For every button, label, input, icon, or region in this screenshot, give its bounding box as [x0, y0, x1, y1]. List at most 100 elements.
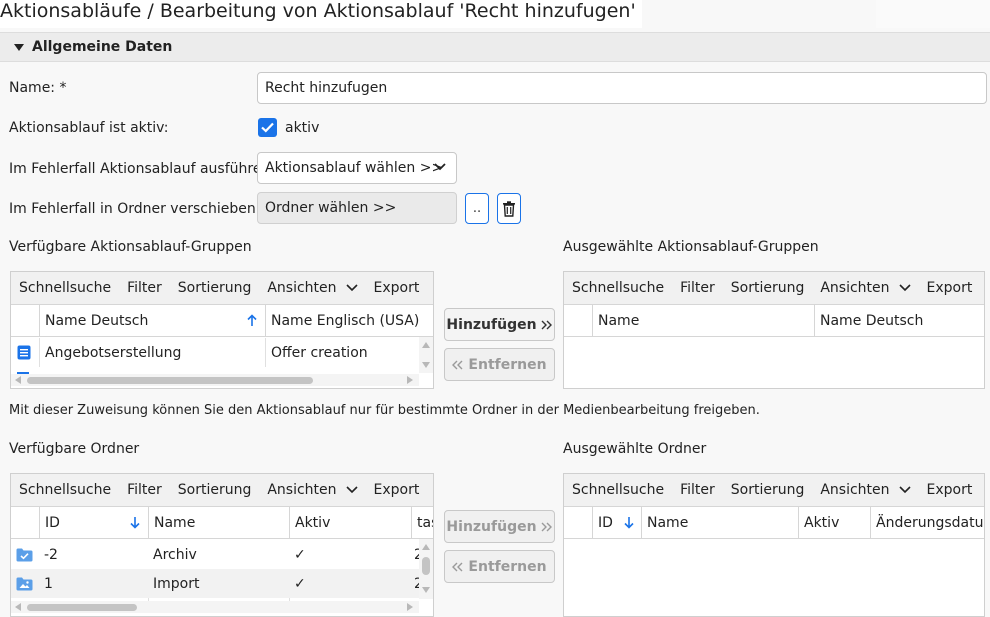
groups-toolbar: Schnellsuche Filter Sortierung Ansichten… — [11, 272, 433, 305]
selected-folders-label: Ausgewählte Ordner — [563, 441, 707, 457]
folder-assignment-info: Mit dieser Zuweisung können Sie den Akti… — [9, 403, 760, 418]
scrollbar-thumb[interactable] — [422, 557, 430, 575]
column-header-name-de[interactable]: Name Deutsch — [814, 305, 984, 336]
name-input[interactable]: Recht hinzufugen — [257, 72, 987, 104]
quicksearch-button[interactable]: Schnellsuche — [572, 280, 664, 296]
remove-group-label: Entfernen — [468, 356, 547, 373]
horizontal-scrollbar[interactable] — [11, 374, 419, 386]
export-button[interactable]: Export — [374, 280, 420, 296]
cell-name-de: Angebotserstellung — [39, 338, 265, 367]
folders-toolbar: Schnellsuche Filter Sortierung Ansichten… — [564, 474, 984, 507]
active-checkbox[interactable] — [258, 118, 277, 137]
name-label: Name: * — [9, 80, 67, 96]
filter-button[interactable]: Filter — [680, 280, 715, 296]
scrollbar-thumb[interactable] — [27, 604, 137, 611]
views-label: Ansichten — [820, 482, 890, 498]
double-chevron-left-icon — [452, 562, 463, 571]
add-group-button[interactable]: Hinzufügen — [444, 308, 555, 341]
quicksearch-button[interactable]: Schnellsuche — [19, 280, 111, 296]
folders-toolbar: Schnellsuche Filter Sortierung Ansichten… — [11, 474, 433, 507]
column-header-label: Name Deutsch — [45, 312, 149, 329]
double-chevron-left-icon — [452, 360, 463, 369]
quicksearch-button[interactable]: Schnellsuche — [19, 482, 111, 498]
checkmark-icon — [261, 122, 274, 133]
title-bar-filler — [876, 0, 990, 28]
available-groups-label: Verfügbare Aktionsablauf-Gruppen — [9, 239, 252, 255]
export-button[interactable]: Export — [927, 482, 973, 498]
folder-check-icon — [16, 548, 33, 561]
section-title: Allgemeine Daten — [32, 39, 173, 55]
export-button[interactable]: Export — [374, 482, 420, 498]
browse-folder-button[interactable]: .. — [465, 193, 489, 224]
double-chevron-right-icon — [541, 522, 552, 531]
page-title: Aktionsabläufe / Bearbeitung von Aktions… — [0, 0, 642, 28]
error-folder-field[interactable]: Ordner wählen >> — [257, 192, 457, 224]
selected-groups-label: Ausgewählte Aktionsablauf-Gruppen — [563, 239, 819, 255]
table-row[interactable]: -2 Archiv ✓ 2 — [11, 540, 421, 569]
add-folder-button[interactable]: Hinzufügen — [444, 510, 555, 543]
collapse-triangle-icon[interactable] — [14, 43, 24, 51]
double-chevron-right-icon — [541, 320, 552, 329]
chevron-down-icon — [898, 284, 911, 292]
filter-button[interactable]: Filter — [127, 280, 162, 296]
views-label: Ansichten — [267, 280, 337, 296]
table-row[interactable]: Angebotserstellung Offer creation — [11, 338, 419, 367]
remove-folder-button[interactable]: Entfernen — [444, 550, 555, 583]
error-flow-select[interactable]: Aktionsablauf wählen >> — [257, 152, 457, 184]
column-header-name[interactable]: Name — [641, 507, 798, 538]
views-button[interactable]: Ansichten — [267, 280, 358, 296]
column-header-name[interactable]: Name — [148, 507, 289, 538]
groups-toolbar: Schnellsuche Filter Sortierung Ansichten… — [564, 272, 984, 305]
delete-folder-button[interactable] — [497, 193, 521, 224]
cell-id: 1 — [44, 575, 53, 592]
sort-down-arrow-icon — [130, 517, 140, 529]
section-header-general[interactable]: Allgemeine Daten — [0, 32, 990, 62]
table-header: Name Name Deutsch — [564, 305, 984, 337]
column-header-extra[interactable]: tas — [411, 507, 433, 538]
remove-group-button[interactable]: Entfernen — [444, 348, 555, 381]
add-folder-label: Hinzufügen — [446, 518, 537, 535]
add-group-label: Hinzufügen — [446, 316, 537, 333]
column-header-label: ID — [598, 514, 613, 531]
error-folder-label: Im Fehlerfall in Ordner verschieben: — [9, 201, 261, 217]
column-header-name-de[interactable]: Name Deutsch — [39, 305, 265, 336]
available-folders-table: Schnellsuche Filter Sortierung Ansichten… — [10, 473, 434, 617]
scrollbar-thumb[interactable] — [27, 377, 313, 384]
selected-groups-table: Schnellsuche Filter Sortierung Ansichten… — [563, 271, 985, 389]
sort-down-arrow-icon — [624, 517, 634, 529]
sort-button[interactable]: Sortierung — [731, 280, 805, 296]
selected-folders-table: Schnellsuche Filter Sortierung Ansichten… — [563, 473, 985, 617]
trash-icon — [503, 200, 515, 217]
column-header-name[interactable]: Name — [592, 305, 814, 336]
quicksearch-button[interactable]: Schnellsuche — [572, 482, 664, 498]
views-button[interactable]: Ansichten — [820, 482, 911, 498]
active-label: Aktionsablauf ist aktiv: — [9, 120, 169, 136]
vertical-scrollbar[interactable] — [419, 539, 433, 599]
column-header-name-en[interactable]: Name Englisch (USA) — [265, 305, 433, 336]
cell-name-en: Offer creation — [265, 338, 433, 367]
cell-active: ✓ — [294, 575, 306, 592]
vertical-scrollbar[interactable] — [419, 337, 433, 373]
column-header-changed[interactable]: Änderungsdatum — [870, 507, 984, 538]
views-button[interactable]: Ansichten — [267, 482, 358, 498]
table-row[interactable]: 1 Import ✓ 2 — [11, 569, 421, 598]
column-header-active[interactable]: Aktiv — [798, 507, 870, 538]
views-label: Ansichten — [267, 482, 337, 498]
chevron-down-icon — [434, 163, 446, 171]
remove-folder-label: Entfernen — [468, 558, 547, 575]
chevron-down-icon — [898, 486, 911, 494]
filter-button[interactable]: Filter — [127, 482, 162, 498]
column-header-id[interactable]: ID — [592, 507, 641, 538]
column-header-id[interactable]: ID — [39, 507, 148, 538]
sort-button[interactable]: Sortierung — [178, 482, 252, 498]
column-header-active[interactable]: Aktiv — [289, 507, 411, 538]
horizontal-scrollbar[interactable] — [11, 601, 419, 613]
views-button[interactable]: Ansichten — [820, 280, 911, 296]
sort-button[interactable]: Sortierung — [178, 280, 252, 296]
available-groups-table: Schnellsuche Filter Sortierung Ansichten… — [10, 271, 434, 389]
export-button[interactable]: Export — [927, 280, 973, 296]
chevron-down-icon — [345, 284, 358, 292]
filter-button[interactable]: Filter — [680, 482, 715, 498]
sort-button[interactable]: Sortierung — [731, 482, 805, 498]
cell-name: Import — [153, 575, 200, 592]
